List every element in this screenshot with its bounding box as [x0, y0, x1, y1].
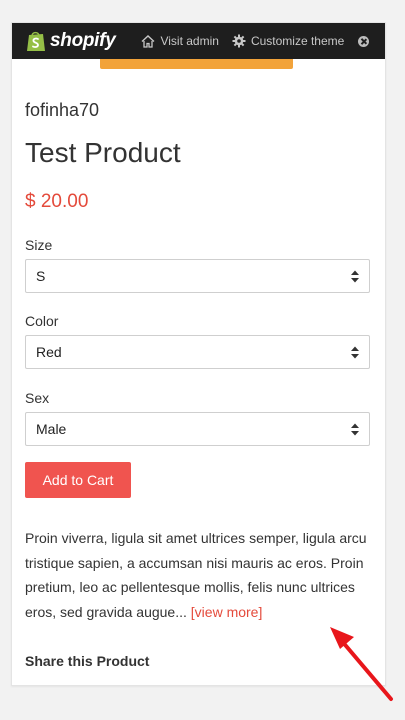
shopify-logo[interactable]: shopify — [26, 30, 116, 52]
gear-icon — [232, 34, 246, 48]
shopify-admin-bar: shopify Visit admin Customize theme — [12, 23, 385, 59]
product-vendor: fofinha70 — [25, 100, 100, 120]
sex-select-value: Male — [36, 421, 67, 437]
product-title: Test Product — [25, 137, 181, 168]
select-chevron-icon — [351, 423, 359, 436]
size-label: Size — [25, 237, 53, 253]
close-icon[interactable] — [358, 35, 370, 47]
customize-theme-link[interactable]: Customize theme — [232, 34, 344, 48]
view-more-link[interactable]: [view more] — [191, 604, 263, 620]
customize-theme-label: Customize theme — [250, 34, 345, 48]
color-select-value: Red — [36, 344, 62, 360]
add-to-cart-button[interactable]: Add to Cart — [25, 462, 131, 498]
home-icon — [141, 34, 155, 48]
color-label: Color — [25, 313, 59, 329]
shopify-bag-icon — [26, 30, 46, 52]
select-chevron-icon — [351, 346, 359, 359]
shopify-logo-text: shopify — [50, 30, 116, 51]
sex-label: Sex — [25, 390, 50, 406]
sex-select[interactable]: Male — [25, 412, 370, 446]
product-image-edge[interactable] — [100, 59, 293, 69]
share-heading: Share this Product — [25, 653, 150, 669]
product-card: shopify Visit admin Customize theme fofi… — [11, 22, 386, 686]
visit-admin-label: Visit admin — [160, 34, 219, 48]
color-select[interactable]: Red — [25, 335, 370, 369]
visit-admin-link[interactable]: Visit admin — [141, 34, 219, 48]
product-description: Proin viverra, ligula sit amet ultrices … — [25, 526, 372, 624]
size-select[interactable]: S — [25, 259, 370, 293]
size-select-value: S — [36, 268, 46, 284]
product-price: $ 20.00 — [25, 191, 89, 212]
select-chevron-icon — [351, 270, 359, 283]
